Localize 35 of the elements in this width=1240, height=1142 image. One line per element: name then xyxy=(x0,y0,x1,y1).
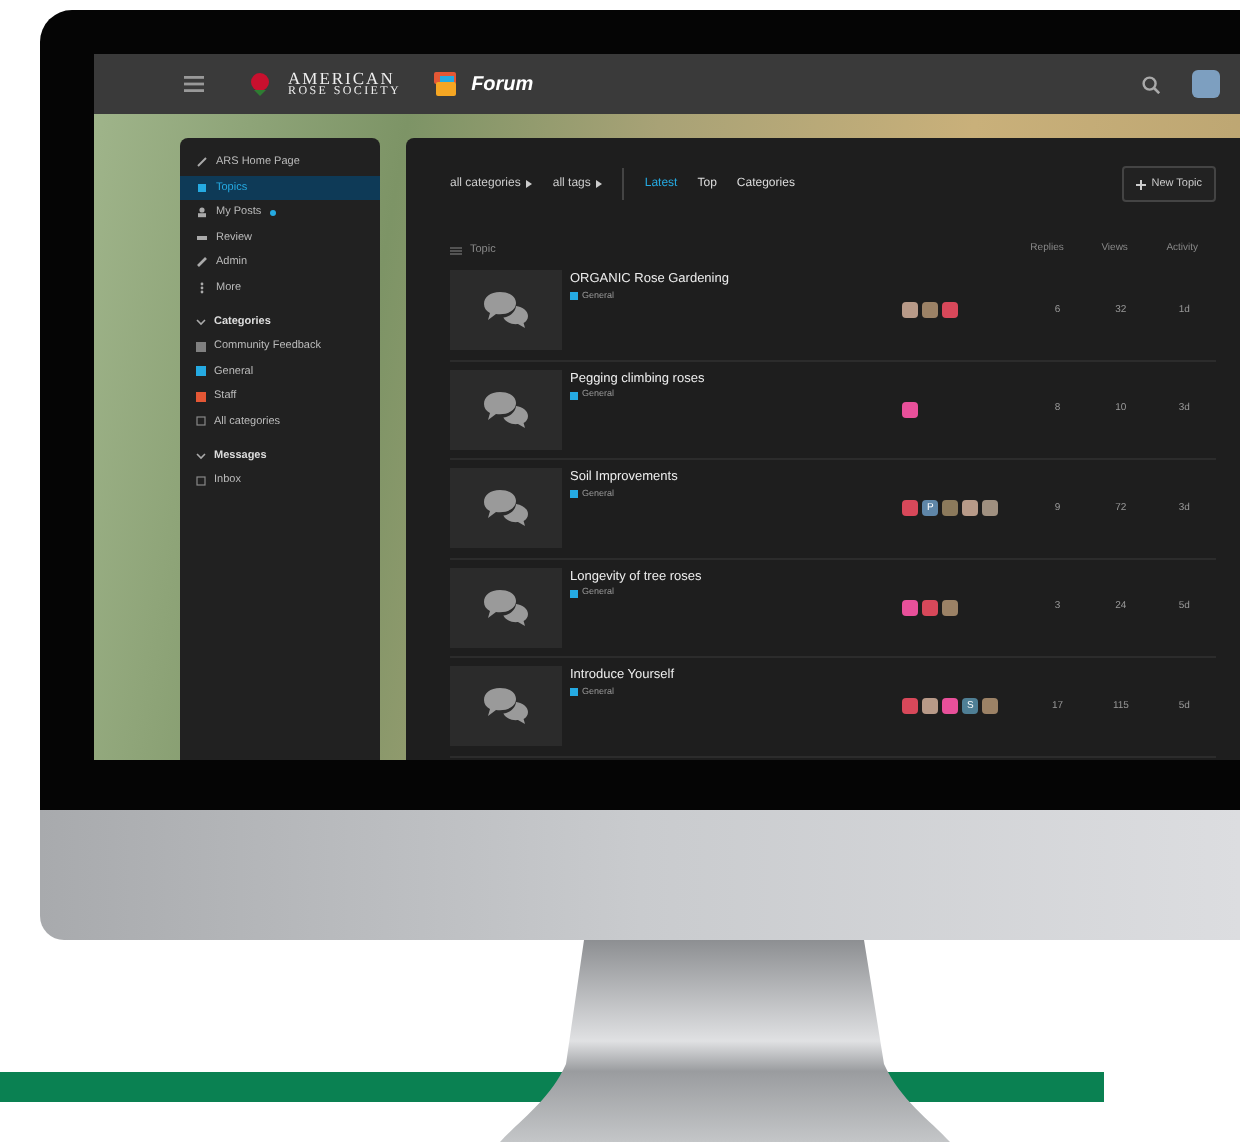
rose-icon xyxy=(248,72,272,96)
user-avatar[interactable] xyxy=(902,401,919,418)
user-avatar[interactable] xyxy=(902,500,919,517)
user-avatar[interactable] xyxy=(982,698,999,715)
user-avatar[interactable] xyxy=(902,698,919,715)
user-avatar[interactable] xyxy=(962,500,979,517)
menu-icon xyxy=(184,76,204,92)
user-icon xyxy=(196,206,208,219)
user-avatar[interactable] xyxy=(942,698,959,715)
plus-icon xyxy=(1135,179,1146,189)
user-avatar[interactable] xyxy=(942,500,959,517)
user-avatar[interactable] xyxy=(902,302,919,319)
link-icon xyxy=(196,156,208,169)
chat-bubbles-icon xyxy=(482,488,530,529)
chevron-icon xyxy=(196,452,206,460)
user-avatar[interactable] xyxy=(942,599,959,616)
caret-icon xyxy=(526,180,533,188)
user-avatar[interactable] xyxy=(922,302,939,319)
caret-icon xyxy=(596,180,603,188)
chat-bubbles-icon xyxy=(482,389,530,430)
search-icon xyxy=(1142,75,1160,93)
user-avatar[interactable] xyxy=(902,599,919,616)
grid-icon xyxy=(196,475,206,486)
user-avatar[interactable] xyxy=(922,698,939,715)
chat-bubbles-icon xyxy=(482,686,530,727)
grid-icon xyxy=(196,416,206,427)
more-icon xyxy=(196,281,208,294)
forum-title: Forum xyxy=(471,71,534,99)
chevron-icon xyxy=(196,318,206,326)
user-avatar[interactable] xyxy=(922,599,939,616)
chat-bubbles-icon xyxy=(482,587,530,628)
chat-bubbles-icon xyxy=(482,290,530,331)
user-avatar[interactable] xyxy=(982,500,999,517)
user-avatar[interactable] xyxy=(942,302,959,319)
user-avatar[interactable] xyxy=(1192,70,1220,98)
